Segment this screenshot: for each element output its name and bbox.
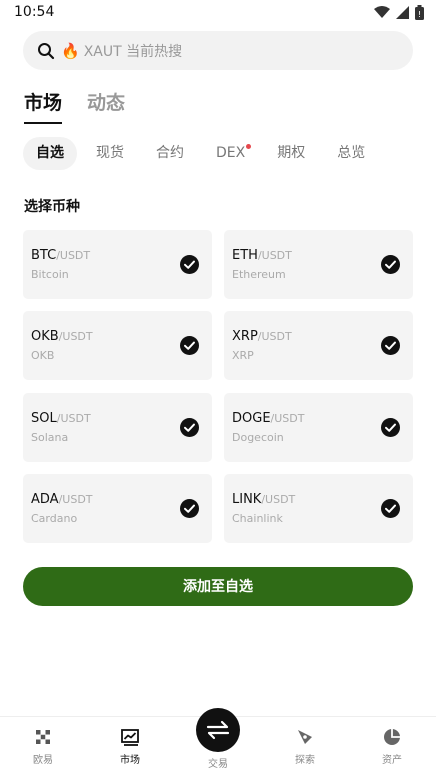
coin-symbol: OKB [31, 329, 59, 344]
coin-quote: /USDT [257, 249, 292, 262]
coin-pair: SOL/USDT [31, 411, 91, 426]
coin-card-okb[interactable]: OKB/USDT OKB [23, 311, 212, 380]
coin-card-btc[interactable]: BTC/USDT Bitcoin [23, 230, 212, 299]
coin-name: Bitcoin [31, 268, 69, 281]
coin-quote: /USDT [58, 330, 93, 343]
coin-quote: /USDT [270, 412, 305, 425]
coin-card-link[interactable]: LINK/USDT Chainlink [224, 474, 413, 543]
coin-symbol: ADA [31, 492, 59, 507]
coin-name: Cardano [31, 512, 78, 525]
tab-feed[interactable]: 动态 [87, 88, 125, 124]
svg-text:!: ! [418, 10, 421, 19]
coin-card-ada[interactable]: ADA/USDT Cardano [23, 474, 212, 543]
status-time: 10:54 [14, 4, 55, 20]
coin-symbol: XRP [232, 329, 258, 344]
sub-tab-options[interactable]: 期权 [264, 137, 318, 170]
search-icon [38, 42, 55, 59]
main-tabs: 市场 动态 [24, 88, 125, 124]
nav-item-trade[interactable] [196, 708, 240, 752]
nav-item-home[interactable]: 欧易 [13, 727, 73, 766]
coin-pair: XRP/USDT [232, 329, 292, 344]
notification-dot [246, 144, 252, 149]
check-icon[interactable] [180, 336, 199, 355]
check-icon[interactable] [381, 336, 400, 355]
sub-tab-favorites[interactable]: 自选 [23, 137, 77, 170]
coin-pair: LINK/USDT [232, 492, 295, 507]
coin-name: Dogecoin [232, 431, 284, 444]
coin-name: OKB [31, 349, 55, 362]
tab-market[interactable]: 市场 [24, 88, 63, 124]
nav-label: 探索 [295, 755, 315, 766]
coin-name: Solana [31, 431, 69, 444]
sub-tab-spot[interactable]: 现货 [83, 137, 137, 170]
okx-logo-icon [36, 730, 50, 744]
section-title: 选择币种 [24, 199, 80, 215]
coin-pair: OKB/USDT [31, 329, 93, 344]
coin-symbol: LINK [232, 492, 262, 507]
coin-name: Ethereum [232, 268, 286, 281]
coin-quote: /USDT [257, 330, 292, 343]
fire-icon: 🔥 [61, 41, 80, 60]
nav-item-assets[interactable]: 资产 [362, 727, 422, 766]
coin-card-xrp[interactable]: XRP/USDT XRP [224, 311, 413, 380]
sub-tab-dex-label: DEX [216, 145, 246, 161]
coin-pair: BTC/USDT [31, 248, 90, 263]
check-icon[interactable] [180, 255, 199, 274]
search-input[interactable]: 🔥 XAUT 当前热搜 [23, 31, 413, 70]
coin-card-sol[interactable]: SOL/USDT Solana [23, 393, 212, 462]
status-icons: ! [374, 5, 424, 20]
check-icon[interactable] [381, 255, 400, 274]
nav-label-trade: 交易 [208, 759, 228, 770]
coin-name: Chainlink [232, 512, 283, 525]
nav-item-explore[interactable]: 探索 [275, 727, 335, 766]
coin-pair: ADA/USDT [31, 492, 93, 507]
sub-tab-overview[interactable]: 总览 [324, 137, 378, 170]
nav-item-market[interactable]: 市场 [100, 727, 160, 766]
coin-quote: /USDT [58, 493, 93, 506]
sub-tab-dex[interactable]: DEX [203, 137, 258, 170]
status-bar: 10:54 ! [0, 0, 436, 26]
check-icon[interactable] [180, 418, 199, 437]
swap-arrows-icon [206, 720, 230, 740]
battery-icon: ! [415, 5, 424, 20]
coin-symbol: SOL [31, 411, 57, 426]
coin-symbol: DOGE [232, 411, 271, 426]
coin-card-doge[interactable]: DOGE/USDT Dogecoin [224, 393, 413, 462]
market-chart-icon [121, 729, 139, 746]
check-icon[interactable] [381, 499, 400, 518]
coin-quote: /USDT [56, 249, 91, 262]
nav-label: 市场 [120, 755, 140, 766]
nav-label: 欧易 [33, 755, 53, 766]
nav-label: 资产 [382, 755, 402, 766]
coin-symbol: BTC [31, 248, 57, 263]
search-placeholder: XAUT 当前热搜 [83, 43, 183, 60]
bottom-nav: 欧易 市场 交易 探索 资产 [0, 708, 436, 776]
coin-symbol: ETH [232, 248, 258, 263]
coin-card-eth[interactable]: ETH/USDT Ethereum [224, 230, 413, 299]
sub-tabs: 自选 现货 合约 DEX 期权 总览 [23, 137, 384, 170]
check-icon[interactable] [180, 499, 199, 518]
coin-name: XRP [232, 349, 254, 362]
sub-tab-futures[interactable]: 合约 [143, 137, 197, 170]
wifi-icon [374, 6, 390, 18]
coin-pair: DOGE/USDT [232, 411, 304, 426]
compass-icon [298, 730, 312, 744]
pie-chart-icon [384, 729, 400, 745]
add-to-favorites-button[interactable]: 添加至自选 [23, 567, 413, 606]
check-icon[interactable] [381, 418, 400, 437]
signal-icon [396, 6, 409, 19]
coin-quote: /USDT [261, 493, 296, 506]
coin-quote: /USDT [56, 412, 91, 425]
coin-pair: ETH/USDT [232, 248, 292, 263]
